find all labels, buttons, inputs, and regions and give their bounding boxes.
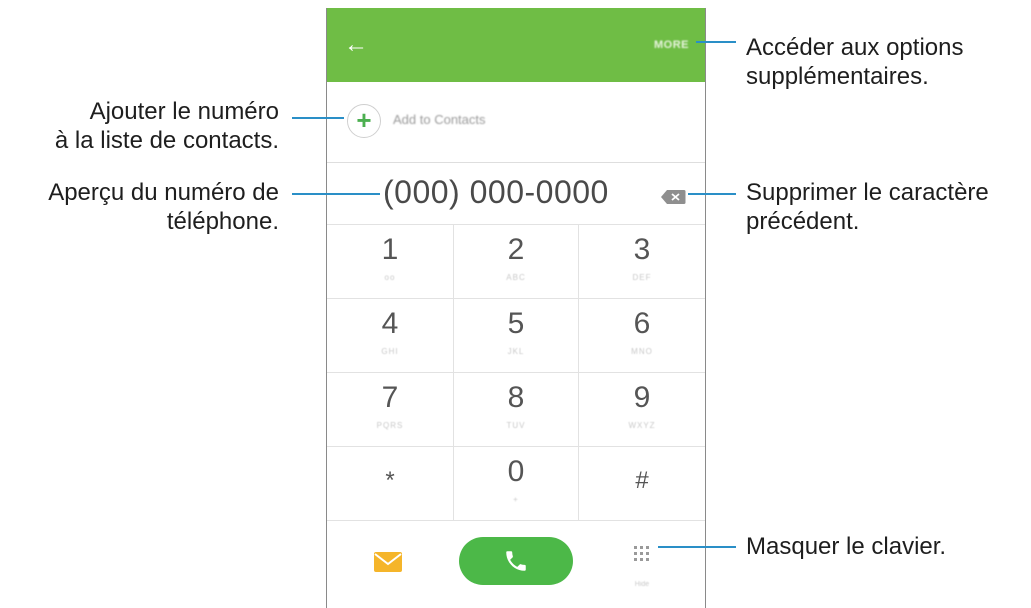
hide-keypad-button[interactable]: Hide — [627, 541, 657, 591]
key-star[interactable]: * — [327, 446, 453, 520]
plus-icon: + — [347, 104, 381, 138]
key-digit: 3 — [633, 233, 651, 266]
key-digit: 8 — [507, 381, 525, 414]
callout-preview-line2: téléphone. — [166, 208, 279, 235]
key-letters: PQRS — [376, 421, 404, 430]
callout-delete-line1: Supprimer le caractère — [746, 179, 989, 206]
key-letters: JKL — [507, 347, 525, 356]
key-digit: * — [385, 467, 395, 494]
phone-number-preview: (000) 000-0000 — [383, 174, 609, 210]
arrow-left-icon: ← — [344, 31, 368, 58]
keypad: 1 oo 2 ABC 3 DEF 4 GHI 5 JKL 6 MNO 7 PQR… — [327, 224, 705, 520]
key-digit: 7 — [381, 381, 399, 414]
add-to-contacts-label: Add to Contacts — [393, 112, 486, 127]
key-9[interactable]: 9 WXYZ — [579, 372, 705, 446]
key-digit: 4 — [381, 307, 399, 340]
callout-preview: Aperçu du numéro de téléphone. — [48, 178, 279, 236]
key-hash[interactable]: # — [579, 446, 705, 520]
phone-screen: ← MORE + Add to Contacts (000) 000-0000 … — [326, 8, 706, 608]
key-7[interactable]: 7 PQRS — [327, 372, 453, 446]
key-letters: GHI — [381, 347, 399, 356]
key-2[interactable]: 2 ABC — [453, 224, 579, 298]
key-0[interactable]: 0 + — [453, 446, 579, 520]
key-4[interactable]: 4 GHI — [327, 298, 453, 372]
callout-preview-line1: Aperçu du numéro de — [48, 179, 279, 206]
backspace-icon[interactable] — [660, 189, 686, 205]
callout-options-line1: Accéder aux options — [746, 34, 964, 61]
key-letters: MNO — [631, 347, 653, 356]
callout-options-line2: supplémentaires. — [746, 63, 929, 90]
keypad-dots-icon — [634, 546, 649, 561]
delete-leader-line — [688, 193, 736, 195]
callout-add-line2: à la liste de contacts. — [54, 127, 279, 154]
key-digit: 5 — [507, 307, 525, 340]
back-button[interactable]: ← — [339, 28, 373, 62]
key-letters: TUV — [506, 421, 526, 430]
options-leader-line — [696, 41, 736, 43]
callout-delete: Supprimer le caractère précédent. — [746, 178, 989, 236]
key-digit: 2 — [507, 233, 525, 266]
key-digit: 1 — [381, 233, 399, 266]
key-digit: 0 — [507, 455, 525, 488]
key-letters: WXYZ — [628, 421, 656, 430]
callout-options: Accéder aux options supplémentaires. — [746, 33, 963, 91]
key-5[interactable]: 5 JKL — [453, 298, 579, 372]
hide-keypad-label: Hide — [634, 581, 650, 588]
key-letters: DEF — [632, 273, 652, 282]
envelope-icon[interactable] — [373, 551, 403, 573]
key-8[interactable]: 8 TUV — [453, 372, 579, 446]
number-display: (000) 000-0000 — [327, 168, 705, 220]
key-letters: ABC — [506, 273, 526, 282]
hide-keypad-leader-line — [658, 546, 736, 548]
callout-delete-line2: précédent. — [746, 208, 860, 235]
call-button[interactable] — [459, 537, 573, 585]
more-button[interactable]: MORE — [648, 35, 695, 55]
key-3[interactable]: 3 DEF — [579, 224, 705, 298]
add-to-contacts-row[interactable]: + Add to Contacts — [327, 82, 705, 163]
phone-icon — [506, 551, 526, 571]
key-letters: + — [513, 495, 519, 504]
callout-hide-keypad: Masquer le clavier. — [746, 532, 946, 561]
key-digit: 9 — [633, 381, 651, 414]
callout-hide-keypad-text: Masquer le clavier. — [746, 533, 947, 560]
key-digit: 6 — [633, 307, 651, 340]
callout-add: Ajouter le numéro à la liste de contacts… — [55, 97, 279, 155]
dialer-action-bar: Hide — [327, 520, 705, 608]
key-digit: # — [635, 467, 649, 494]
preview-leader-line — [292, 193, 380, 195]
key-1[interactable]: 1 oo — [327, 224, 453, 298]
add-leader-line — [292, 117, 344, 119]
callout-add-line1: Ajouter le numéro — [89, 98, 279, 125]
app-bar: ← MORE — [327, 8, 705, 82]
key-6[interactable]: 6 MNO — [579, 298, 705, 372]
key-letters: oo — [384, 273, 396, 282]
